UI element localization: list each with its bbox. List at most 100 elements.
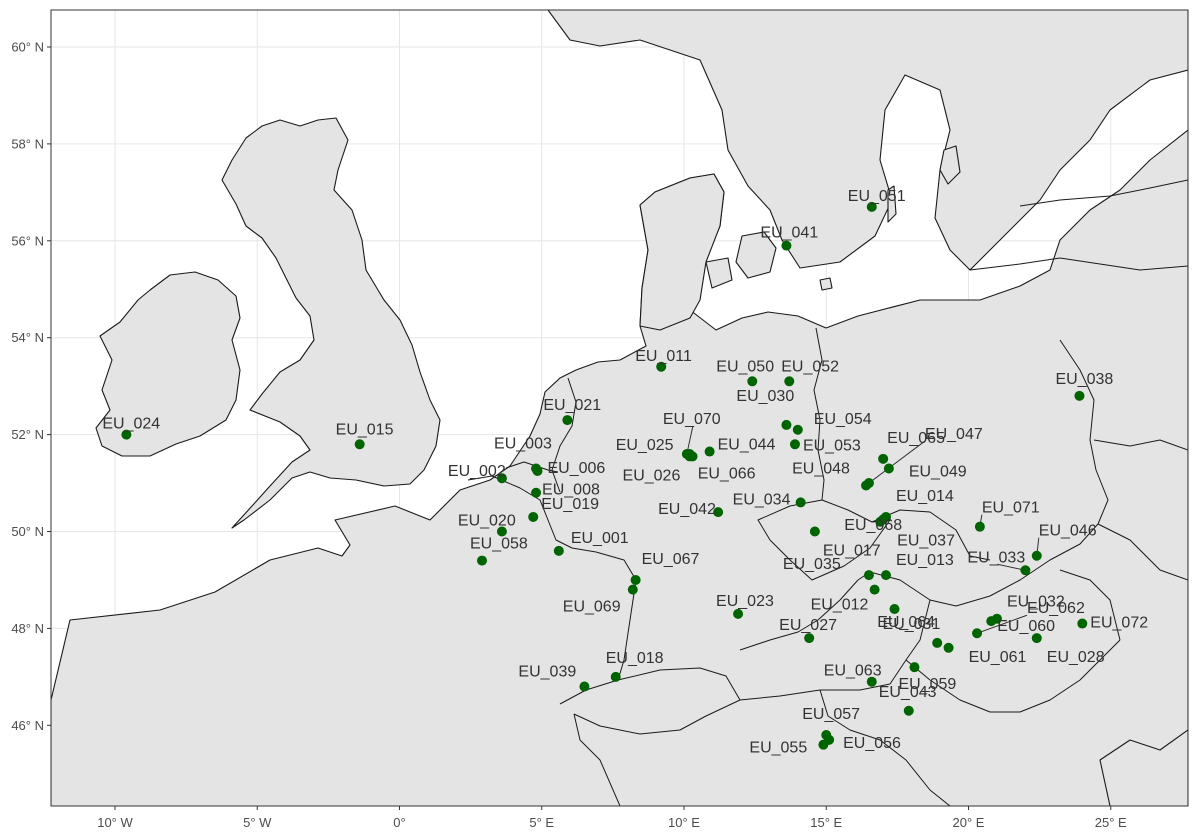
site-point — [477, 555, 488, 566]
site-label: EU_041 — [760, 225, 818, 242]
site-label: EU_038 — [1055, 371, 1113, 388]
x-tick-label: 15° E — [810, 815, 842, 830]
site-label: EU_018 — [606, 650, 664, 667]
site-point — [909, 662, 920, 673]
x-tick-label: 25° E — [1095, 815, 1127, 830]
site-label: EU_011 — [635, 348, 692, 365]
site-point — [932, 637, 943, 648]
y-tick-label: 56° N — [11, 233, 44, 248]
site-point — [889, 604, 900, 615]
site-point — [781, 419, 792, 430]
site-label: EU_034 — [733, 491, 791, 508]
y-tick-label: 50° N — [11, 524, 44, 539]
x-tick-label: 20° E — [953, 815, 985, 830]
site-point — [781, 240, 792, 251]
y-tick-label: 52° N — [11, 427, 44, 442]
site-label: EU_050 — [716, 358, 774, 375]
site-point — [528, 511, 539, 522]
y-tick-label: 60° N — [11, 40, 44, 55]
site-label: EU_015 — [336, 421, 394, 438]
site-label: EU_028 — [1047, 649, 1105, 666]
site-point — [354, 439, 365, 450]
site-point — [986, 616, 997, 627]
site-label: EU_013 — [896, 552, 954, 569]
site-point — [1020, 565, 1031, 576]
site-label: EU_057 — [802, 706, 860, 723]
site-point — [789, 439, 800, 450]
site-point — [883, 463, 894, 474]
site-label: EU_048 — [792, 460, 850, 477]
site-label: EU_056 — [843, 735, 901, 752]
site-label: EU_014 — [896, 488, 954, 505]
site-point — [878, 453, 889, 464]
site-point — [861, 480, 872, 491]
site-point — [880, 570, 891, 581]
site-label: EU_058 — [470, 536, 528, 553]
site-point — [792, 424, 803, 435]
site-label: EU_006 — [547, 460, 605, 477]
site-point — [869, 584, 880, 595]
site-point — [863, 570, 874, 581]
site-point — [630, 574, 641, 585]
site-point — [804, 633, 815, 644]
site-label: EU_069 — [563, 599, 621, 616]
site-point — [1077, 618, 1088, 629]
site-label: EU_062 — [1027, 600, 1085, 617]
site-label: EU_053 — [803, 437, 861, 454]
site-point — [610, 671, 621, 682]
x-tick-label: 0° — [393, 815, 405, 830]
site-label: EU_067 — [642, 551, 700, 568]
site-point — [809, 526, 820, 537]
site-point — [795, 497, 806, 508]
site-label: EU_042 — [658, 501, 716, 518]
y-tick-label: 48° N — [11, 621, 44, 636]
site-label: EU_024 — [102, 416, 160, 433]
site-point — [704, 446, 715, 457]
site-map: 10° W 5° W 0° 5° E 10° E 15° E 20° E 25° E 46° … — [0, 0, 1200, 840]
x-tick-label: 10° E — [668, 815, 700, 830]
site-label: EU_023 — [716, 593, 774, 610]
site-label: EU_065 — [887, 430, 945, 447]
site-label: EU_055 — [749, 740, 807, 757]
site-point — [784, 376, 795, 387]
site-point — [733, 608, 744, 619]
site-label: EU_068 — [844, 517, 902, 534]
site-label: EU_064 — [877, 614, 935, 631]
site-label: EU_054 — [814, 411, 872, 428]
site-label: EU_021 — [543, 397, 601, 414]
site-label: EU_039 — [518, 664, 576, 681]
y-tick-label: 54° N — [11, 330, 44, 345]
site-label: EU_072 — [1090, 615, 1148, 632]
site-label: EU_003 — [494, 436, 552, 453]
site-label: EU_030 — [736, 388, 794, 405]
site-label: EU_033 — [967, 549, 1025, 566]
site-point — [903, 705, 914, 716]
site-label: EU_070 — [663, 411, 721, 428]
x-tick-label: 5° E — [529, 815, 554, 830]
site-point — [579, 681, 590, 692]
site-point — [531, 487, 542, 498]
y-tick-label: 58° N — [11, 136, 44, 151]
x-tick-label: 10° W — [97, 815, 133, 830]
site-label: EU_026 — [623, 467, 681, 484]
site-point — [553, 545, 564, 556]
site-label: EU_052 — [781, 358, 839, 375]
site-point — [532, 465, 543, 476]
site-label: EU_044 — [718, 437, 776, 454]
site-label: EU_061 — [969, 649, 1027, 666]
site-point — [1074, 390, 1085, 401]
site-label: EU_037 — [897, 532, 955, 549]
site-point — [681, 448, 692, 459]
site-label: EU_025 — [616, 437, 674, 454]
site-label: EU_019 — [541, 496, 599, 513]
site-label: EU_027 — [779, 617, 837, 634]
site-point — [972, 628, 983, 639]
site-label: EU_035 — [783, 556, 841, 573]
site-point — [974, 521, 985, 532]
site-label: EU_063 — [824, 663, 882, 680]
y-tick-label: 46° N — [11, 718, 44, 733]
site-point — [747, 376, 758, 387]
site-label: EU_012 — [811, 597, 869, 614]
site-label: EU_066 — [698, 465, 756, 482]
site-label: EU_001 — [571, 530, 629, 547]
